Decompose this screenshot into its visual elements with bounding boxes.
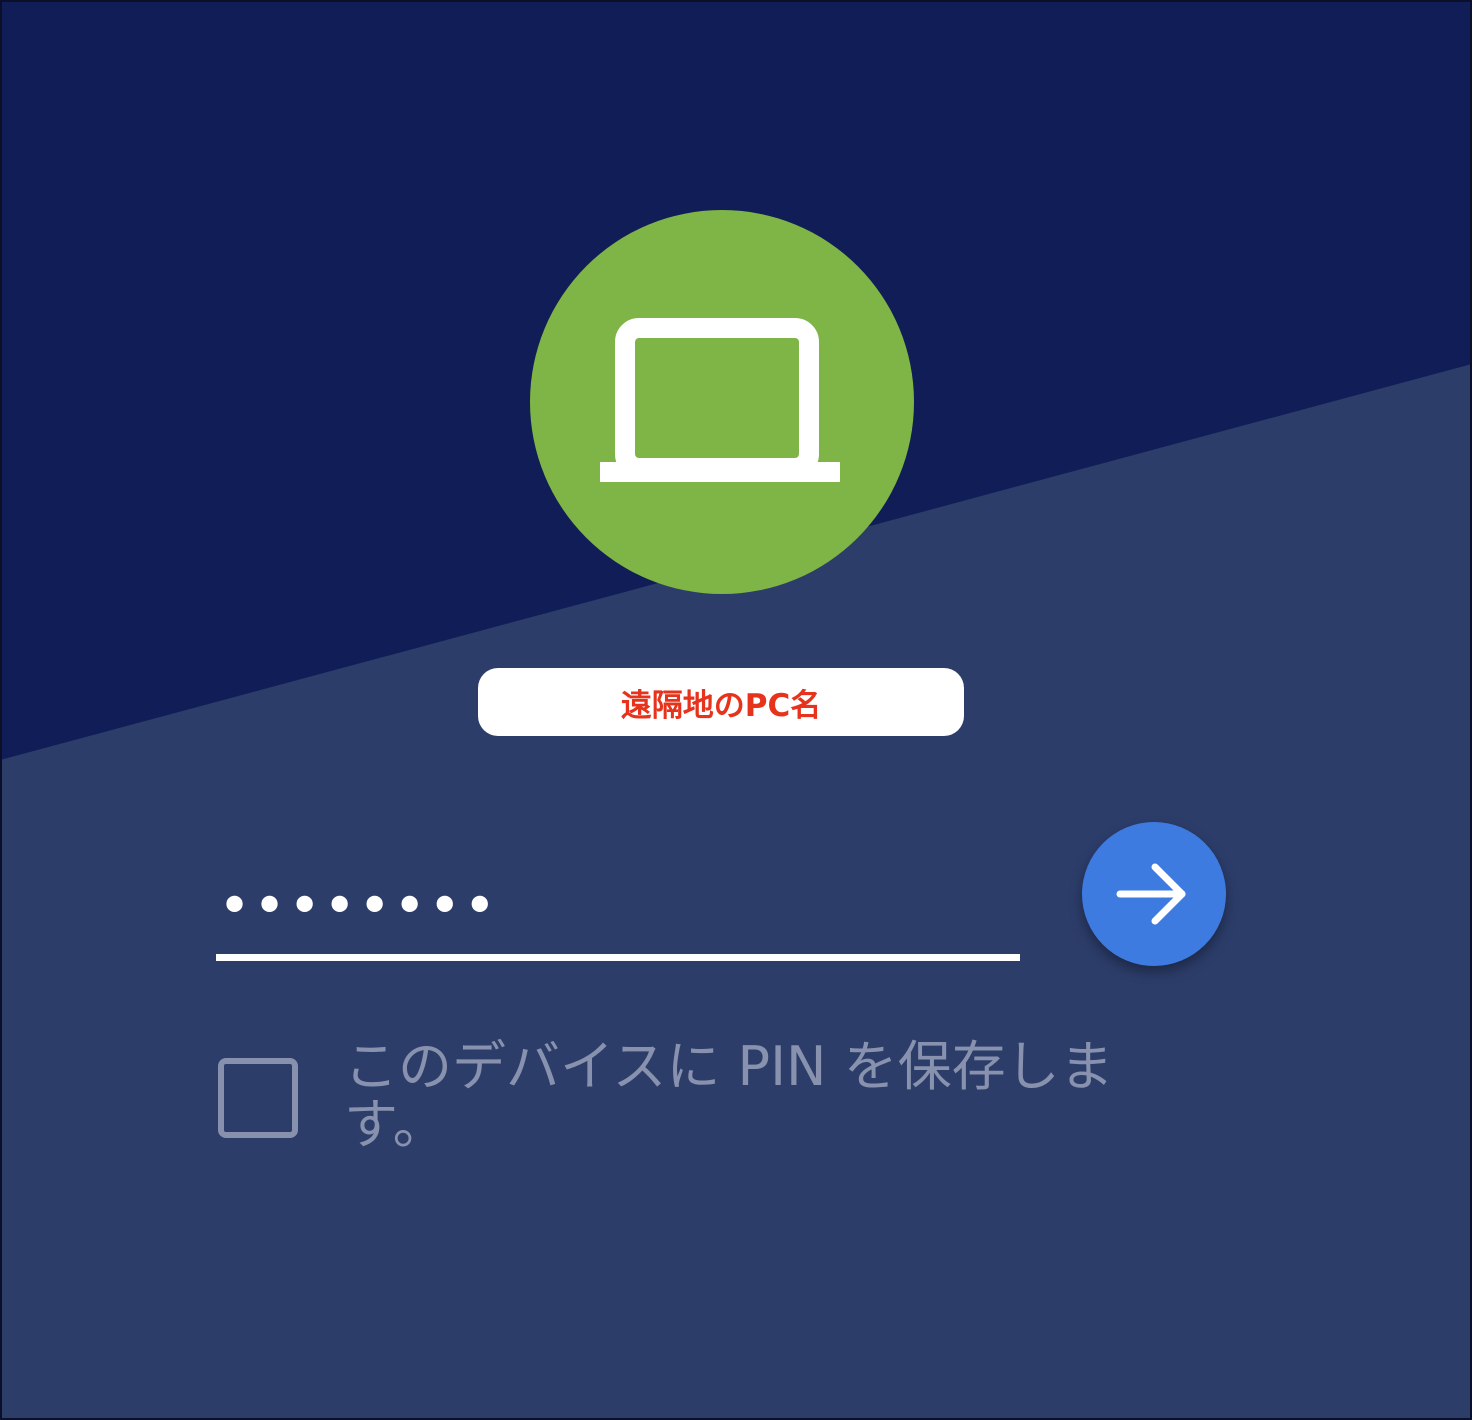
- remember-pin-label[interactable]: このデバイスに PIN を保存します。: [344, 1038, 1134, 1154]
- pin-underline: [216, 954, 1020, 961]
- laptop-icon: [600, 318, 840, 482]
- submit-button[interactable]: [1082, 822, 1226, 966]
- host-avatar: [530, 210, 914, 594]
- pin-entry-screen: 遠隔地のPC名 •••••••• このデバイスに PIN を保存します。: [0, 0, 1472, 1420]
- host-name: 遠隔地のPC名: [620, 687, 822, 724]
- pin-input[interactable]: ••••••••: [216, 864, 1020, 962]
- remember-pin-checkbox[interactable]: [218, 1058, 298, 1138]
- arrow-right-icon: [1116, 863, 1186, 925]
- host-name-badge: 遠隔地のPC名: [478, 668, 964, 736]
- pin-value: ••••••••: [218, 874, 499, 939]
